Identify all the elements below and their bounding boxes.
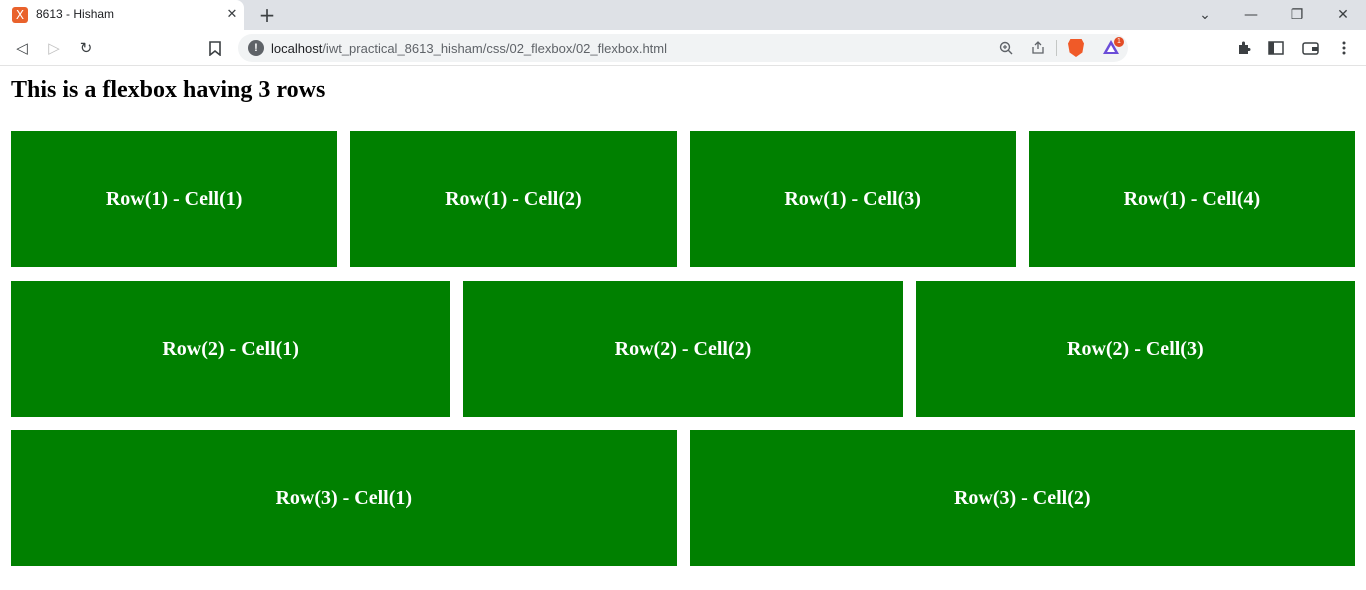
forward-button[interactable]: ▷ [43,37,65,59]
flex-row-3: Row(3) - Cell(1) Row(3) - Cell(2) [11,430,1355,566]
rewards-count-badge: 1 [1114,37,1124,47]
share-icon[interactable] [1028,38,1048,58]
flex-cell: Row(2) - Cell(2) [463,281,903,417]
tab-strip: X 8613 - Hisham ✕ + ⌄ — ❐ ✕ [0,0,1366,30]
flex-cell: Row(3) - Cell(1) [11,430,677,566]
restore-button[interactable]: ❐ [1286,4,1308,26]
tab-search-chevron-icon[interactable]: ⌄ [1194,4,1216,26]
page-content: This is a flexbox having 3 rows Row(1) -… [0,67,1366,590]
minimize-button[interactable]: — [1240,4,1262,26]
flex-row-2: Row(2) - Cell(1) Row(2) - Cell(2) Row(2)… [11,281,1355,417]
browser-tab[interactable]: X 8613 - Hisham ✕ [0,0,244,30]
page-heading: This is a flexbox having 3 rows [11,77,326,103]
address-bar[interactable]: ! localhost/iwt_practical_8613_hisham/cs… [238,34,1128,62]
close-tab-icon[interactable]: ✕ [224,7,240,23]
flex-cell: Row(1) - Cell(4) [1028,131,1355,267]
bookmark-icon[interactable] [204,37,226,59]
url-text[interactable]: localhost/iwt_practical_8613_hisham/css/… [271,41,667,56]
extensions-icon[interactable] [1233,37,1255,59]
wallet-icon[interactable] [1299,37,1321,59]
zoom-icon[interactable] [996,38,1016,58]
xampp-favicon-icon: X [12,7,28,23]
url-path: /iwt_practical_8613_hisham/css/02_flexbo… [322,41,668,56]
flex-row-1: Row(1) - Cell(1) Row(1) - Cell(2) Row(1)… [11,131,1355,267]
new-tab-button[interactable]: + [256,4,278,26]
flex-cell: Row(1) - Cell(3) [689,131,1016,267]
flex-cell: Row(1) - Cell(1) [11,131,338,267]
browser-toolbar: ◁ ▷ ↻ ! localhost/iwt_practical_8613_his… [0,30,1366,66]
flex-cell: Row(1) - Cell(2) [350,131,677,267]
tab-title: 8613 - Hisham [36,7,115,21]
menu-icon[interactable] [1333,37,1355,59]
back-button[interactable]: ◁ [11,37,33,59]
brave-shields-icon[interactable] [1068,39,1084,57]
site-info-icon[interactable]: ! [248,40,264,56]
url-host: localhost [271,41,323,56]
close-window-button[interactable]: ✕ [1332,4,1354,26]
omnibox-separator [1056,40,1057,56]
flex-cell: Row(2) - Cell(3) [915,281,1355,417]
flex-cell: Row(2) - Cell(1) [11,281,451,417]
sidebar-icon[interactable] [1265,37,1287,59]
reload-button[interactable]: ↻ [75,37,97,59]
flex-cell: Row(3) - Cell(2) [689,430,1355,566]
